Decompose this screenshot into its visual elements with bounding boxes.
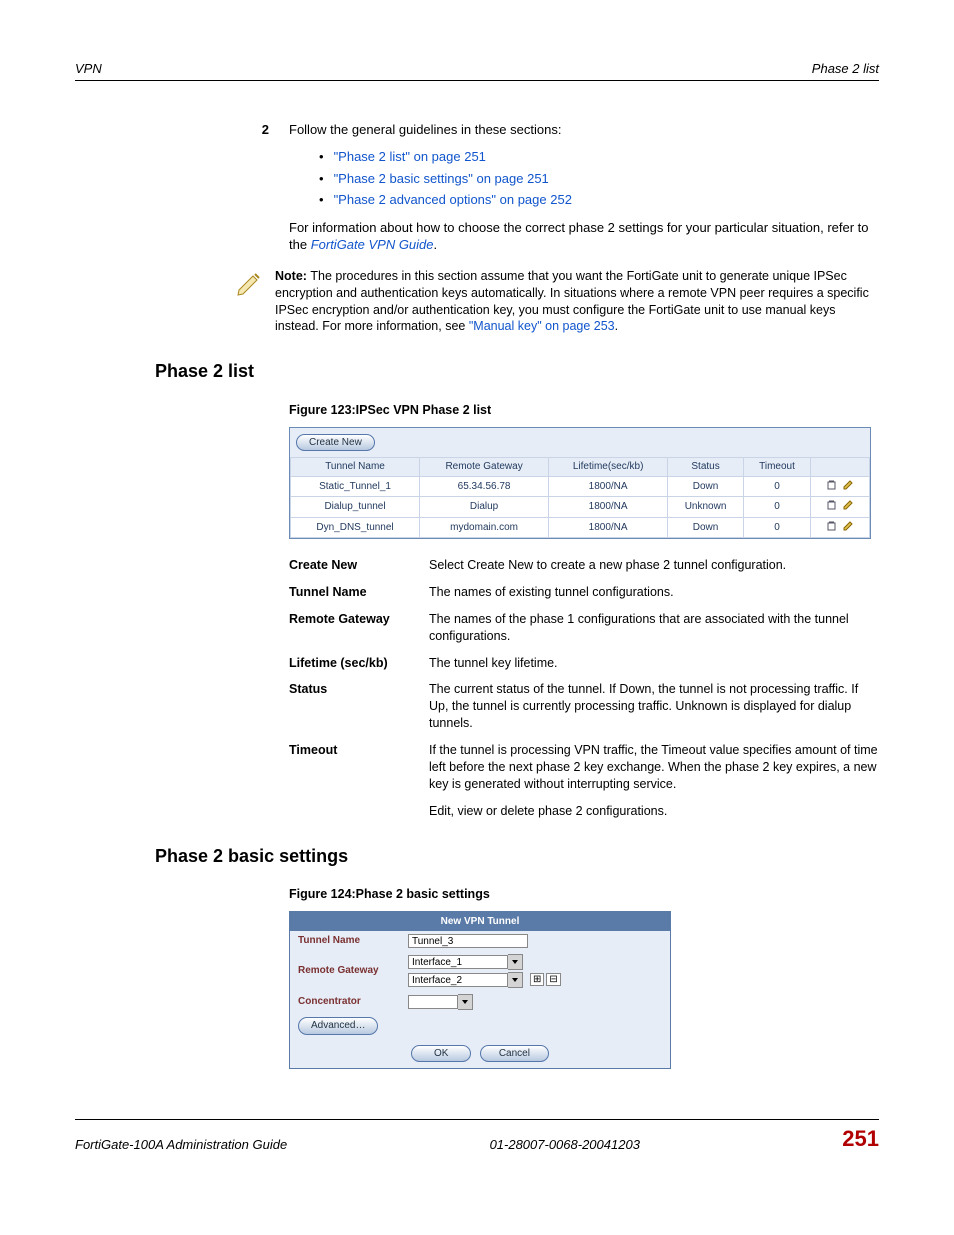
col-status: Status	[668, 458, 744, 477]
concentrator-select[interactable]	[408, 994, 473, 1010]
table-header-row: Tunnel Name Remote Gateway Lifetime(sec/…	[291, 458, 870, 477]
chevron-down-icon[interactable]	[508, 954, 523, 970]
cancel-button[interactable]: Cancel	[480, 1045, 549, 1063]
phase2-table: Tunnel Name Remote Gateway Lifetime(sec/…	[290, 457, 870, 538]
add-gateway-button[interactable]: ⊞	[530, 973, 544, 986]
link-manual-key[interactable]: "Manual key" on page 253	[469, 319, 615, 333]
heading-phase2-list: Phase 2 list	[155, 359, 879, 383]
step-2: 2 Follow the general guidelines in these…	[235, 121, 879, 254]
def-term: Create New	[289, 557, 429, 574]
advanced-button[interactable]: Advanced…	[298, 1017, 378, 1035]
link-vpn-guide[interactable]: FortiGate VPN Guide	[311, 237, 434, 252]
heading-phase2-basic: Phase 2 basic settings	[155, 844, 879, 868]
chevron-down-icon[interactable]	[508, 972, 523, 988]
table-row: Static_Tunnel_1 65.34.56.78 1800/NA Down…	[291, 476, 870, 497]
new-vpn-tunnel-form: New VPN Tunnel Tunnel Name Remote Gatewa…	[289, 911, 671, 1070]
def-term: Timeout	[289, 742, 429, 793]
col-lifetime: Lifetime(sec/kb)	[549, 458, 668, 477]
step-links-list: "Phase 2 list" on page 251 "Phase 2 basi…	[319, 148, 879, 209]
def-desc: The tunnel key lifetime.	[429, 655, 879, 672]
step-number: 2	[235, 121, 289, 254]
note-block: Note: The procedures in this section ass…	[225, 268, 879, 336]
delete-icon[interactable]	[826, 520, 837, 531]
grid-toolbar: Create New	[290, 428, 870, 458]
col-remote-gateway: Remote Gateway	[420, 458, 549, 477]
table-row: Dyn_DNS_tunnel mydomain.com 1800/NA Down…	[291, 517, 870, 538]
link-phase2-list[interactable]: "Phase 2 list" on page 251	[334, 149, 486, 164]
def-term	[289, 803, 429, 820]
def-desc: Select Create New to create a new phase …	[429, 557, 879, 574]
remote-gateway-select-1[interactable]	[408, 954, 523, 970]
edit-icon[interactable]	[843, 520, 854, 531]
step-intro: Follow the general guidelines in these s…	[289, 121, 879, 139]
header-left: VPN	[75, 60, 102, 78]
definitions-list: Create NewSelect Create New to create a …	[289, 557, 879, 820]
col-timeout: Timeout	[743, 458, 810, 477]
step-after: For information about how to choose the …	[289, 219, 879, 254]
page-footer: FortiGate-100A Administration Guide 01-2…	[75, 1119, 879, 1154]
tunnel-name-input[interactable]	[408, 934, 528, 948]
phase2-list-grid: Create New Tunnel Name Remote Gateway Li…	[289, 427, 871, 540]
remote-gateway-select-2[interactable]	[408, 972, 523, 988]
ok-button[interactable]: OK	[411, 1045, 471, 1063]
note-icon	[225, 268, 275, 336]
edit-icon[interactable]	[843, 479, 854, 490]
def-term: Lifetime (sec/kb)	[289, 655, 429, 672]
def-term: Tunnel Name	[289, 584, 429, 601]
col-tunnel-name: Tunnel Name	[291, 458, 420, 477]
page-number: 251	[842, 1124, 879, 1154]
note-lead: Note:	[275, 269, 310, 283]
def-desc: The names of existing tunnel configurati…	[429, 584, 879, 601]
def-term: Status	[289, 681, 429, 732]
def-desc: Edit, view or delete phase 2 configurati…	[429, 803, 879, 820]
header-right: Phase 2 list	[812, 60, 879, 78]
edit-icon[interactable]	[843, 499, 854, 510]
form-title: New VPN Tunnel	[290, 912, 670, 932]
label-concentrator: Concentrator	[298, 995, 408, 1009]
label-tunnel-name: Tunnel Name	[298, 934, 408, 948]
note-body2: .	[615, 319, 618, 333]
create-new-button[interactable]: Create New	[296, 434, 375, 452]
delete-icon[interactable]	[826, 499, 837, 510]
footer-mid: 01-28007-0068-20041203	[490, 1136, 640, 1154]
remove-gateway-button[interactable]: ⊟	[546, 973, 560, 986]
link-phase2-advanced[interactable]: "Phase 2 advanced options" on page 252	[334, 192, 572, 207]
col-actions	[811, 458, 870, 477]
def-desc: If the tunnel is processing VPN traffic,…	[429, 742, 879, 793]
figure-123-caption: Figure 123:IPSec VPN Phase 2 list	[289, 402, 879, 419]
page-header: VPN Phase 2 list	[75, 60, 879, 81]
chevron-down-icon[interactable]	[458, 994, 473, 1010]
def-term: Remote Gateway	[289, 611, 429, 645]
label-remote-gateway: Remote Gateway	[298, 964, 408, 978]
table-row: Dialup_tunnel Dialup 1800/NA Unknown 0	[291, 497, 870, 518]
def-desc: The current status of the tunnel. If Dow…	[429, 681, 879, 732]
def-desc: The names of the phase 1 configurations …	[429, 611, 879, 645]
delete-icon[interactable]	[826, 479, 837, 490]
figure-124-caption: Figure 124:Phase 2 basic settings	[289, 886, 879, 903]
footer-left: FortiGate-100A Administration Guide	[75, 1136, 287, 1154]
link-phase2-basic[interactable]: "Phase 2 basic settings" on page 251	[334, 171, 549, 186]
